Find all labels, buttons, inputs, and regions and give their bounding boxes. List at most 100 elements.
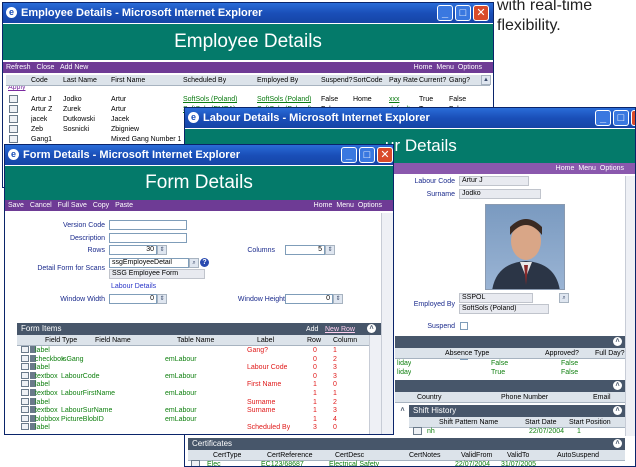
- full-save-link[interactable]: Full Save: [58, 202, 87, 209]
- lookup-icon[interactable]: ⌕: [559, 293, 569, 303]
- column-header[interactable]: Absence Type: [445, 349, 489, 358]
- columns-stepper[interactable]: 5: [285, 245, 325, 255]
- form-items-new-row-link[interactable]: New Row: [325, 325, 355, 334]
- column-header[interactable]: Table Name: [177, 336, 214, 345]
- labour-scrollbar[interactable]: [625, 176, 635, 436]
- column-header[interactable]: Last Name: [63, 76, 97, 85]
- column-header[interactable]: ValidTo: [507, 451, 529, 460]
- column-header[interactable]: Row: [307, 336, 321, 345]
- paste-link[interactable]: Paste: [115, 202, 133, 209]
- menu-link[interactable]: Menu: [578, 165, 596, 172]
- rows-stepper[interactable]: 30: [109, 245, 157, 255]
- window-height-stepper[interactable]: 0: [285, 294, 333, 304]
- window-width-stepper[interactable]: 0: [109, 294, 157, 304]
- column-header[interactable]: Gang?: [449, 76, 470, 85]
- home-link[interactable]: Home: [414, 64, 433, 71]
- close-button[interactable]: ✕: [377, 147, 393, 163]
- edit-row-icon[interactable]: [21, 380, 29, 388]
- version-code-field[interactable]: [109, 220, 187, 230]
- column-header[interactable]: Country: [417, 393, 442, 402]
- column-header[interactable]: CertReference: [267, 451, 313, 460]
- labour-details-link[interactable]: Labour Details: [111, 282, 156, 291]
- copy-link[interactable]: Copy: [93, 202, 109, 209]
- edit-row-icon[interactable]: [191, 460, 200, 466]
- column-header[interactable]: Code: [31, 76, 48, 85]
- column-header[interactable]: CertDesc: [335, 451, 364, 460]
- spinner-icon[interactable]: ⇕: [157, 245, 167, 255]
- edit-row-icon[interactable]: [9, 125, 18, 133]
- column-header[interactable]: First Name: [111, 76, 145, 85]
- column-header[interactable]: Current?: [419, 76, 446, 85]
- edit-row-icon[interactable]: [9, 115, 18, 123]
- column-header[interactable]: Employed By: [257, 76, 298, 85]
- column-header[interactable]: SortCode: [353, 76, 383, 85]
- collapse-icon[interactable]: ˄: [613, 337, 622, 346]
- spinner-icon[interactable]: ⇕: [333, 294, 343, 304]
- minimize-button[interactable]: _: [437, 5, 453, 21]
- spinner-icon[interactable]: ⇕: [157, 294, 167, 304]
- edit-row-icon[interactable]: [9, 135, 18, 143]
- options-link[interactable]: Options: [358, 202, 382, 209]
- column-header[interactable]: ValidFrom: [461, 451, 492, 460]
- column-header[interactable]: Column: [333, 336, 357, 345]
- lookup-icon[interactable]: ⌕: [189, 258, 199, 268]
- form-items-scrollbar[interactable]: [369, 335, 381, 434]
- description-field[interactable]: [109, 233, 187, 243]
- edit-row-icon[interactable]: [9, 105, 18, 113]
- minimize-button[interactable]: _: [595, 110, 611, 126]
- surname-field[interactable]: Jodko: [459, 189, 541, 199]
- help-icon[interactable]: ?: [200, 258, 209, 267]
- column-header[interactable]: Email: [593, 393, 611, 402]
- employee-window-titlebar[interactable]: e Employee Details - Microsoft Internet …: [3, 3, 493, 23]
- collapse-icon[interactable]: ˄: [367, 324, 376, 333]
- refresh-link[interactable]: Refresh: [6, 64, 31, 71]
- edit-row-icon[interactable]: [9, 95, 18, 103]
- column-header[interactable]: Approved?: [545, 349, 579, 358]
- column-header[interactable]: Scheduled By: [183, 76, 226, 85]
- edit-row-icon[interactable]: [21, 346, 29, 353]
- edit-row-icon[interactable]: [21, 414, 29, 422]
- column-header[interactable]: Phone Number: [501, 393, 548, 402]
- menu-link[interactable]: Menu: [436, 64, 454, 71]
- collapse-icon[interactable]: ˄: [613, 406, 622, 415]
- edit-row-icon[interactable]: [413, 427, 422, 435]
- menu-link[interactable]: Menu: [336, 202, 354, 209]
- column-header[interactable]: Field Name: [95, 336, 131, 345]
- edit-row-icon[interactable]: [21, 371, 29, 379]
- close-link[interactable]: Close: [36, 64, 54, 71]
- detail-form-field[interactable]: ssgEmployeeDetail: [109, 258, 189, 268]
- close-button[interactable]: ✕: [473, 5, 489, 21]
- column-header[interactable]: CertType: [213, 451, 241, 460]
- maximize-button[interactable]: □: [613, 110, 629, 126]
- column-header[interactable]: Suspend?: [321, 76, 353, 85]
- home-link[interactable]: Home: [314, 202, 333, 209]
- column-header[interactable]: Pay Rate: [389, 76, 418, 85]
- column-header[interactable]: Label: [257, 336, 274, 345]
- labour-code-field[interactable]: Artur J: [459, 176, 529, 186]
- edit-row-icon[interactable]: [21, 406, 29, 414]
- home-link[interactable]: Home: [556, 165, 575, 172]
- column-header[interactable]: Field Type: [45, 336, 77, 345]
- column-header[interactable]: Start Position: [569, 418, 611, 427]
- form-scrollbar[interactable]: [381, 213, 393, 434]
- column-header[interactable]: CertNotes: [409, 451, 441, 460]
- column-header[interactable]: Shift Pattern Name: [439, 418, 498, 427]
- column-header[interactable]: AutoSuspend: [557, 451, 599, 460]
- save-link[interactable]: Save: [8, 202, 24, 209]
- add-new-link[interactable]: Add New: [60, 64, 88, 71]
- scroll-up-icon[interactable]: ▲: [481, 75, 491, 85]
- edit-row-icon[interactable]: [21, 389, 29, 396]
- labour-window-titlebar[interactable]: e Labour Details - Microsoft Internet Ex…: [185, 108, 635, 128]
- collapse-left-icon[interactable]: ˄: [398, 406, 407, 415]
- edit-row-icon[interactable]: [21, 363, 29, 371]
- form-window-titlebar[interactable]: e Form Details - Microsoft Internet Expl…: [5, 145, 393, 165]
- close-button[interactable]: ✕: [631, 110, 635, 126]
- column-header[interactable]: Full Day?: [595, 349, 625, 358]
- edit-row-icon[interactable]: [21, 423, 29, 431]
- minimize-button[interactable]: _: [341, 147, 357, 163]
- maximize-button[interactable]: □: [455, 5, 471, 21]
- cancel-link[interactable]: Cancel: [30, 202, 52, 209]
- column-header[interactable]: Start Date: [525, 418, 557, 427]
- maximize-button[interactable]: □: [359, 147, 375, 163]
- form-items-add-link[interactable]: Add: [306, 325, 318, 334]
